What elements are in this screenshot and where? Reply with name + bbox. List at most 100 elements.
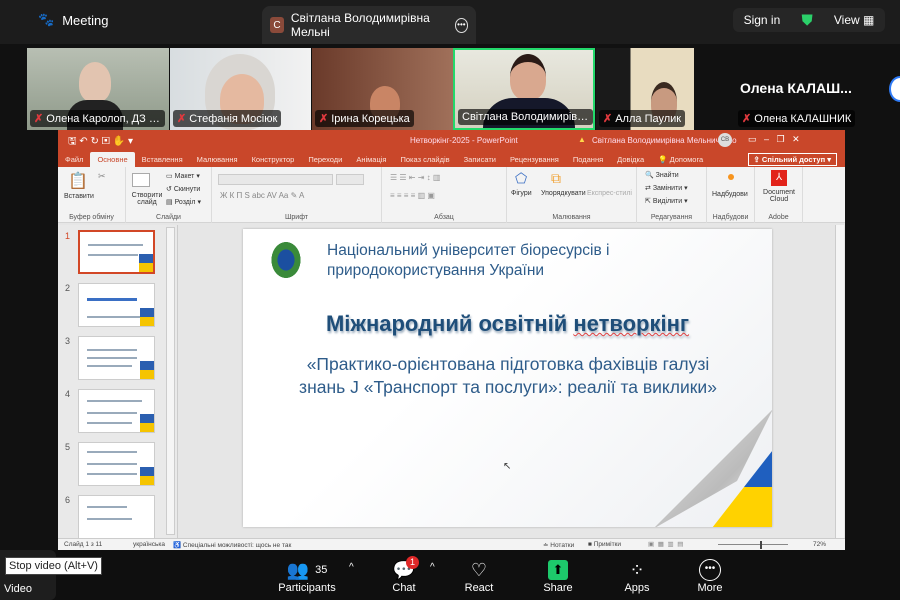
zoom-slider-thumb[interactable] (760, 541, 762, 549)
react-button[interactable]: ♡ React (459, 558, 499, 595)
participant-tile[interactable]: ✗ Ірина Корецька (312, 48, 453, 130)
addins-button[interactable]: Надбудови (712, 191, 748, 198)
tab-tell-me[interactable]: 💡 Допомога (651, 152, 710, 167)
find-button[interactable]: 🔍 Знайти (645, 171, 679, 179)
view-label: View (833, 13, 860, 27)
view-button[interactable]: View ▦ (834, 13, 874, 27)
slide-number: 2 (65, 283, 71, 293)
share-screen-button[interactable]: ⬆ Share (538, 558, 578, 594)
participant-tile-active-speaker[interactable]: Світлана Володимирівна... (453, 48, 595, 130)
slide-canvas[interactable]: Національний університет біоресурсів і п… (243, 229, 772, 527)
participant-name: Світлана Володимирівна... (462, 111, 593, 123)
shared-screen-tab[interactable]: С Світлана Володимирівна Мельні ••• (262, 6, 476, 44)
accessibility-status[interactable]: ♿ Спеціальні можливості: щось не так (173, 541, 291, 549)
tab-help[interactable]: Довідка (610, 152, 651, 167)
meeting-menu[interactable]: 🐾 Meeting (38, 12, 108, 28)
next-page-button[interactable] (889, 76, 900, 102)
participant-tile[interactable]: ✗ Олена Каролоп, ДЗ Л... (27, 48, 169, 130)
layout-button[interactable]: ▭ Макет ▾ (166, 172, 200, 180)
participants-chevron-icon[interactable]: ^ (349, 562, 354, 573)
comments-button[interactable]: ■ Примітки (588, 541, 621, 548)
font-name-select[interactable] (218, 174, 333, 185)
group-slides: Створити слайд ▭ Макет ▾ ↺ Скинути ▤ Роз… (126, 167, 212, 223)
quick-styles-button[interactable]: Експрес-стилі (587, 190, 632, 197)
replace-button[interactable]: ⇄ Замінити ▾ (645, 184, 688, 192)
title-misspelled-word: нетворкінг (573, 311, 690, 336)
tab-avatar: С (270, 17, 284, 33)
select-button[interactable]: ⇱ Виділити ▾ (645, 197, 688, 205)
tab-insert[interactable]: Вставлення (135, 152, 190, 167)
tab-record[interactable]: Записати (457, 152, 503, 167)
participant-tile[interactable]: ✗ Стефанія Мосіюк (170, 48, 311, 130)
participants-button[interactable]: 👥 35 Participants (276, 558, 338, 595)
more-button[interactable]: ••• More (690, 558, 730, 594)
new-slide-button[interactable]: Створити слайд (130, 192, 164, 206)
chat-chevron-icon[interactable]: ^ (430, 562, 435, 573)
participant-tile[interactable]: Олена КАЛАШ... ✗ Олена КАЛАШНИК (735, 48, 880, 130)
slide-number: 4 (65, 389, 71, 399)
quick-access-toolbar[interactable]: 🖫 ↶ ↻ ▣ ✋ ▾ (68, 134, 133, 151)
participant-name: Стефанія Мосіюк (189, 113, 278, 125)
tab-file[interactable]: Файл (58, 152, 90, 167)
language-indicator[interactable]: українська (133, 541, 165, 548)
new-slide-icon (132, 173, 150, 187)
section-label: Розділ (174, 199, 196, 206)
participant-count: 35 (315, 564, 328, 576)
slide-thumbnail-5[interactable] (78, 442, 155, 486)
tab-draw[interactable]: Малювання (190, 152, 245, 167)
tab-review[interactable]: Рецензування (503, 152, 566, 167)
security-shield-icon: ⛊ (801, 11, 813, 29)
document-title: Нетворкінг-2025 - PowerPoint (410, 136, 518, 145)
slide-number: 1 (65, 231, 71, 241)
slide-thumbnail-2[interactable] (78, 283, 155, 327)
editor-scrollbar[interactable] (835, 225, 844, 538)
cut-icon[interactable]: ✂ (98, 171, 106, 182)
tab-view[interactable]: Подання (566, 152, 610, 167)
font-size-select[interactable] (336, 174, 364, 185)
share-button[interactable]: ⇪ Спільний доступ ▾ (747, 153, 837, 166)
font-format-buttons[interactable]: Ж К П S abc AV Aa ✎ A (220, 191, 304, 200)
more-label: More (697, 582, 723, 594)
document-cloud-button[interactable]: Document Cloud (757, 189, 801, 203)
arrange-button[interactable]: Упорядкувати (541, 190, 586, 197)
paw-icon: 🐾 (38, 12, 55, 27)
university-name: Національний університет біоресурсів і п… (327, 241, 609, 281)
slide-thumbnail-3[interactable] (78, 336, 155, 380)
sign-in-button[interactable]: Sign in (744, 13, 781, 27)
reset-button[interactable]: ↺ Скинути (166, 185, 200, 193)
zoom-slider[interactable] (718, 544, 788, 545)
notes-button[interactable]: ≐ Нотатки (543, 541, 574, 549)
tab-home[interactable]: Основне (90, 152, 135, 167)
zoom-level[interactable]: 72% (813, 541, 826, 548)
group-font: Ж К П S abc AV Aa ✎ A Шрифт (212, 167, 382, 223)
participant-tile[interactable]: ✗ Алла Паулик (596, 48, 694, 130)
tab-design[interactable]: Конструктор (245, 152, 302, 167)
slide-thumbnail-4[interactable] (78, 389, 155, 433)
thumbnails-scrollbar[interactable] (166, 227, 175, 535)
align-buttons[interactable]: ≡ ≡ ≡ ≡ ▥ ▣ (390, 191, 435, 200)
tab-transitions[interactable]: Переходи (301, 152, 349, 167)
paste-icon: 📋 (68, 173, 88, 190)
slide-thumbnail-6[interactable] (78, 495, 155, 539)
chat-button[interactable]: 💬 1 Chat (384, 556, 424, 594)
section-button[interactable]: ▤ Розділ ▾ (166, 198, 201, 206)
participant-name: Ірина Корецька (331, 113, 410, 125)
chat-unread-badge: 1 (406, 556, 419, 569)
tab-animations[interactable]: Анімація (349, 152, 393, 167)
slide-thumbnail-1[interactable] (78, 230, 155, 274)
shapes-button[interactable]: Фігури (511, 190, 532, 197)
stop-video-tooltip: Stop video (Alt+V) (5, 557, 102, 575)
view-mode-buttons[interactable]: ▣ ▦ ▥ ▤ (648, 540, 683, 548)
group-label: Слайди (156, 214, 181, 221)
group-editing: 🔍 Знайти ⇄ Замінити ▾ ⇱ Виділити ▾ Редаг… (637, 167, 707, 223)
apps-button[interactable]: ⁘ Apps (617, 558, 657, 595)
list-buttons[interactable]: ☰ ☰ ⇤ ⇥ ↕ ▥ (390, 173, 440, 182)
window-controls[interactable]: ▭ – ❐ ✕ (748, 134, 800, 145)
group-label: Надбудови (712, 214, 749, 221)
paste-button[interactable]: Вставити (64, 193, 94, 200)
powerpoint-window: 🖫 ↶ ↻ ▣ ✋ ▾ Нетворкінг-2025 - PowerPoint… (58, 130, 845, 550)
more-options-icon[interactable]: ••• (454, 17, 468, 33)
user-avatar[interactable]: СВ (718, 133, 732, 147)
tab-slideshow[interactable]: Показ слайдів (393, 152, 456, 167)
zoom-top-bar: 🐾 Meeting С Світлана Володимирівна Мельн… (0, 0, 900, 44)
